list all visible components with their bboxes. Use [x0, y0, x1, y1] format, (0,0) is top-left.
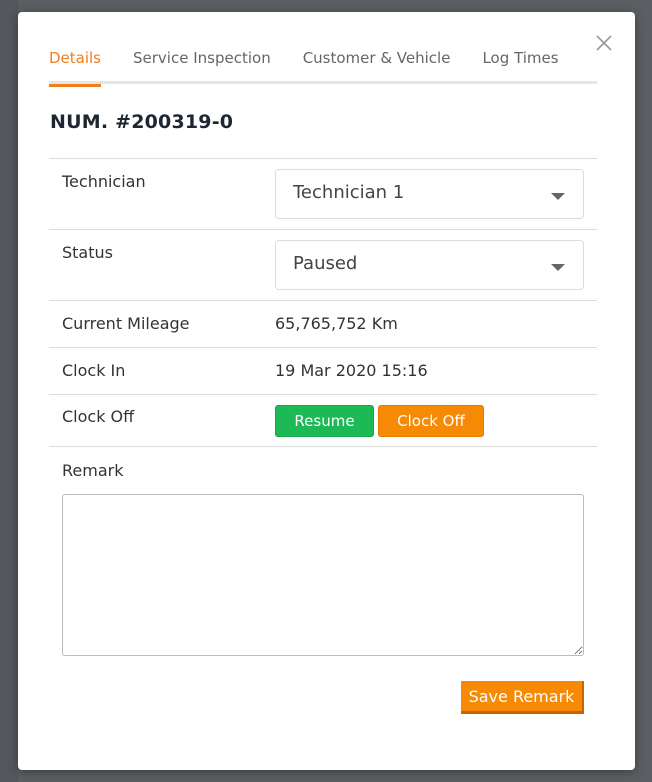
- technician-label: Technician: [62, 172, 146, 191]
- resume-button[interactable]: Resume: [275, 405, 374, 437]
- status-select-value: Paused: [293, 253, 358, 274]
- technician-select-value: Technician 1: [293, 182, 405, 203]
- details-table: Technician Technician 1 Status Paused Cu…: [49, 158, 597, 447]
- tab-customer-vehicle[interactable]: Customer & Vehicle: [303, 44, 451, 84]
- remark-label: Remark: [62, 461, 124, 480]
- tab-bar: Details Service Inspection Customer & Ve…: [49, 44, 597, 87]
- tab-service-inspection[interactable]: Service Inspection: [133, 44, 271, 84]
- clock-off-row: Clock Off Resume Clock Off: [49, 394, 597, 447]
- mileage-label: Current Mileage: [62, 314, 190, 333]
- status-row: Status Paused: [49, 229, 597, 300]
- clock-in-label: Clock In: [62, 361, 126, 380]
- page-title: NUM. #200319-0: [50, 111, 234, 133]
- clock-off-label: Clock Off: [62, 407, 135, 426]
- backdrop: [0, 0, 18, 782]
- mileage-value: 65,765,752 Km: [275, 314, 398, 333]
- mileage-row: Current Mileage 65,765,752 Km: [49, 300, 597, 347]
- chevron-down-icon: [551, 264, 565, 271]
- clock-off-button[interactable]: Clock Off: [378, 405, 484, 437]
- clock-in-value: 19 Mar 2020 15:16: [275, 361, 428, 380]
- save-remark-button[interactable]: Save Remark: [461, 681, 584, 714]
- status-label: Status: [62, 243, 113, 262]
- technician-select[interactable]: Technician 1: [275, 169, 584, 219]
- job-details-modal: Details Service Inspection Customer & Ve…: [18, 12, 635, 770]
- chevron-down-icon: [551, 193, 565, 200]
- tab-log-times[interactable]: Log Times: [482, 44, 558, 84]
- technician-row: Technician Technician 1: [49, 158, 597, 229]
- tab-details[interactable]: Details: [49, 44, 102, 87]
- clock-in-row: Clock In 19 Mar 2020 15:16: [49, 347, 597, 394]
- remark-textarea[interactable]: [62, 494, 584, 656]
- status-select[interactable]: Paused: [275, 240, 584, 290]
